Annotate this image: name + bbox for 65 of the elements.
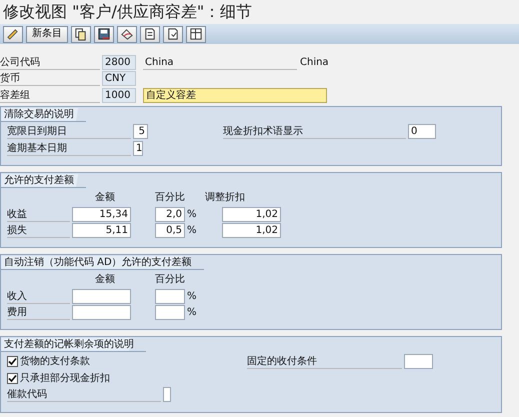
field-label: 损失 — [7, 223, 70, 238]
amount-field[interactable] — [72, 288, 131, 304]
percent-field[interactable]: 0,5 — [155, 223, 185, 238]
amount-field[interactable] — [72, 305, 131, 320]
field-label: 费用 — [7, 305, 70, 320]
field-label: 容差组 — [0, 88, 100, 103]
checkbox[interactable] — [7, 372, 18, 384]
toolbar-button[interactable] — [3, 26, 23, 42]
input-field[interactable]: 1 — [133, 140, 143, 156]
input-field[interactable]: 5 — [133, 124, 148, 140]
value-field[interactable]: 2800 — [102, 54, 136, 70]
description-text: China — [300, 56, 329, 70]
toolbar-button[interactable] — [71, 26, 91, 42]
description-field: China — [143, 54, 297, 70]
amount-field[interactable]: 15,34 — [72, 206, 131, 222]
group-title: 自动注销（功能代码 AD）允许的支付差额 — [1, 256, 204, 270]
toolbar-button[interactable] — [163, 26, 183, 42]
document-icon — [143, 27, 157, 41]
checkbox-label[interactable]: 货物的支付条款 — [20, 354, 90, 370]
field-label: 收入 — [7, 288, 70, 304]
document-icon — [166, 27, 180, 41]
input-field[interactable] — [404, 354, 433, 370]
percent-sign: % — [187, 307, 197, 318]
percent-sign: % — [187, 208, 197, 220]
field-label: 宽限日到期日 — [7, 124, 131, 140]
toolbar-button[interactable] — [117, 26, 137, 42]
description-field: 自定义容差 — [143, 88, 327, 103]
column-header: 调整折扣 — [205, 192, 245, 204]
checkbox-label[interactable]: 只承担部分现金折扣 — [20, 370, 110, 386]
field-label: 固定的收付条件 — [247, 354, 402, 370]
input-field[interactable]: 0 — [408, 124, 436, 140]
value-field[interactable]: 1000 — [102, 88, 136, 103]
column-header: 百分比 — [155, 274, 185, 286]
copy-icon — [74, 27, 88, 41]
toolbar-button[interactable] — [186, 26, 206, 42]
group-title: 支付差额的记帐剩余项的说明 — [1, 338, 146, 352]
amount-field[interactable]: 5,11 — [72, 223, 131, 238]
column-header: 百分比 — [155, 192, 185, 204]
field-label: 货币 — [0, 71, 100, 86]
field-label: 收益 — [7, 206, 70, 222]
edit-icon — [6, 27, 20, 41]
percent-field[interactable] — [155, 288, 185, 304]
input-field[interactable] — [163, 387, 171, 402]
field-label: 逾期基本日期 — [7, 140, 131, 156]
checkbox[interactable] — [7, 356, 18, 368]
new-entry-button[interactable]: 新条目 — [26, 26, 68, 42]
save-icon — [97, 27, 111, 41]
column-header: 金额 — [95, 192, 115, 204]
toolbar-button[interactable] — [94, 26, 114, 42]
value-field[interactable]: CNY — [102, 71, 136, 86]
field-label: 公司代码 — [0, 54, 100, 70]
percent-field[interactable] — [155, 305, 185, 320]
percent-sign: % — [187, 290, 197, 302]
group-title: 允许的支付差额 — [1, 174, 86, 188]
group-title: 清除交易的说明 — [1, 108, 86, 122]
field-label: 催款代码 — [7, 387, 161, 402]
window-title: 修改视图 "客户/供应商容差"：细节 — [2, 1, 254, 23]
percent-sign: % — [187, 225, 197, 236]
percent-field[interactable]: 2,0 — [155, 206, 185, 222]
toolbar-button[interactable] — [140, 26, 160, 42]
column-header: 金额 — [95, 274, 115, 286]
adjustment-field[interactable]: 1,02 — [222, 223, 281, 238]
adjustment-field[interactable]: 1,02 — [222, 206, 281, 222]
table-icon — [189, 27, 203, 41]
field-label: 现金折扣术语显示 — [223, 124, 406, 140]
